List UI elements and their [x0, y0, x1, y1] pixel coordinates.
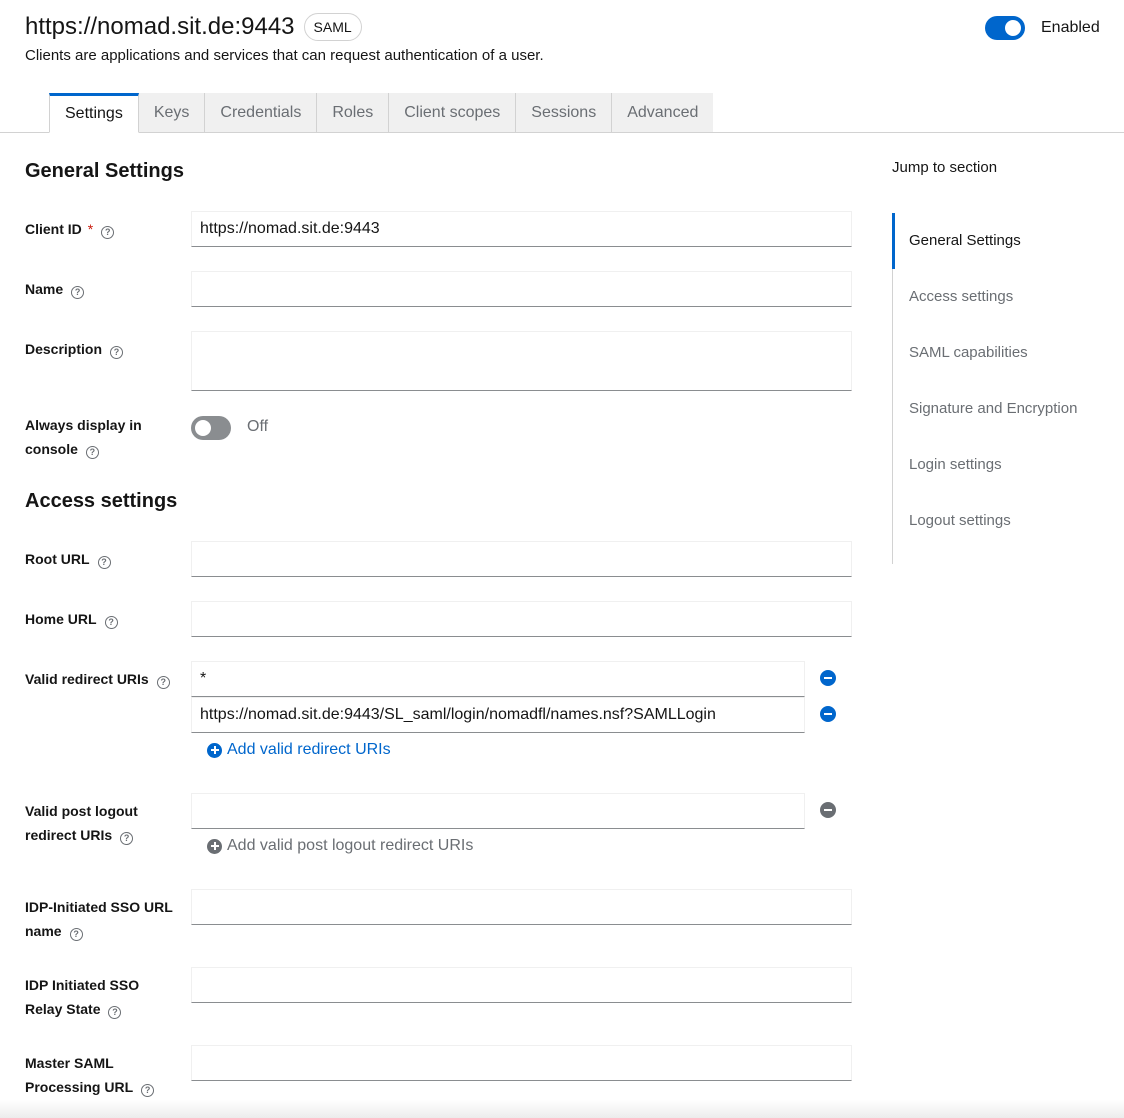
name-input[interactable]	[191, 271, 852, 307]
description-textarea[interactable]	[191, 331, 852, 391]
home-url-input[interactable]	[191, 601, 852, 637]
enabled-switch[interactable]: Enabled	[985, 16, 1100, 40]
tab-roles[interactable]: Roles	[317, 93, 390, 133]
redirect-uris-label: Valid redirect URIs?	[25, 667, 185, 691]
jump-saml-capabilities[interactable]: SAML capabilities	[893, 325, 1113, 381]
tab-keys[interactable]: Keys	[138, 93, 206, 133]
post-logout-label-line1: Valid post logout	[25, 803, 138, 819]
required-mark: *	[87, 221, 94, 237]
redirect-uri-input[interactable]	[191, 697, 805, 733]
name-label-text: Name	[25, 281, 64, 297]
enabled-label: Enabled	[1041, 19, 1100, 36]
help-icon[interactable]: ?	[71, 286, 85, 299]
access-settings-title: Access settings	[25, 490, 178, 512]
page-subtitle: Clients are applications and services th…	[25, 47, 544, 64]
help-icon[interactable]: ?	[108, 1006, 122, 1019]
page-title: https://nomad.sit.de:9443	[25, 13, 295, 40]
tab-bar: Settings Keys Credentials Roles Client s…	[49, 93, 714, 133]
protocol-badge: SAML	[303, 13, 362, 41]
help-icon[interactable]: ?	[141, 1084, 155, 1097]
tab-credentials[interactable]: Credentials	[205, 93, 318, 133]
help-icon[interactable]: ?	[110, 346, 124, 359]
idp-sso-url-label-line1: IDP-Initiated SSO URL	[25, 899, 173, 915]
jump-login-settings[interactable]: Login settings	[893, 437, 1113, 493]
add-redirect-uri-text: Add valid redirect URIs	[227, 741, 391, 758]
tab-client-scopes[interactable]: Client scopes	[389, 93, 517, 133]
root-url-label: Root URL?	[25, 547, 185, 571]
master-saml-url-label-line1: Master SAML	[25, 1055, 114, 1071]
tab-settings[interactable]: Settings	[49, 93, 139, 133]
always-display-state: Off	[247, 418, 269, 435]
enabled-toggle[interactable]	[985, 16, 1025, 40]
redirect-uri-input[interactable]	[191, 661, 805, 697]
jump-access-settings[interactable]: Access settings	[893, 269, 1113, 325]
add-redirect-uri-button[interactable]: Add valid redirect URIs	[207, 741, 391, 759]
description-label: Description?	[25, 337, 185, 361]
master-saml-url-input[interactable]	[191, 1045, 852, 1081]
client-id-label-text: Client ID	[25, 221, 82, 237]
home-url-label-text: Home URL	[25, 611, 97, 627]
add-post-logout-uri-text: Add valid post logout redirect URIs	[227, 837, 474, 854]
bottom-scroll-shadow	[0, 1100, 1124, 1118]
title-row: https://nomad.sit.de:9443 SAML	[25, 12, 362, 42]
home-url-label: Home URL?	[25, 607, 185, 631]
always-display-label-line1: Always display in	[25, 417, 142, 433]
plus-circle-icon	[207, 742, 222, 758]
client-id-input[interactable]	[191, 211, 852, 247]
always-display-label-line2: console	[25, 441, 78, 457]
remove-redirect-uri-icon[interactable]	[820, 706, 836, 722]
general-settings-title: General Settings	[25, 160, 184, 182]
jump-general-settings[interactable]: General Settings	[892, 213, 1112, 269]
post-logout-uri-input[interactable]	[191, 793, 805, 829]
remove-post-logout-uri-icon[interactable]	[820, 802, 836, 818]
redirect-uris-label-text: Valid redirect URIs	[25, 671, 149, 687]
post-logout-label: Valid post logout redirect URIs?	[25, 799, 185, 847]
help-icon[interactable]: ?	[97, 556, 111, 569]
jump-to-section-title: Jump to section	[892, 159, 998, 176]
description-label-text: Description	[25, 341, 103, 357]
jump-to-section-nav: General Settings Access settings SAML ca…	[892, 213, 1112, 564]
master-saml-url-label-line2: Processing URL	[25, 1079, 134, 1095]
always-display-label: Always display in console?	[25, 413, 185, 461]
relay-state-label-line1: IDP Initiated SSO	[25, 977, 140, 993]
help-icon[interactable]: ?	[104, 616, 118, 629]
root-url-label-text: Root URL	[25, 551, 90, 567]
master-saml-url-label: Master SAML Processing URL?	[25, 1051, 185, 1099]
idp-sso-url-label: IDP-Initiated SSO URL name?	[25, 895, 185, 943]
remove-redirect-uri-icon[interactable]	[820, 670, 836, 686]
tab-sessions[interactable]: Sessions	[516, 93, 613, 133]
help-icon[interactable]: ?	[101, 226, 115, 239]
jump-signature-encryption[interactable]: Signature and Encryption	[893, 381, 1113, 437]
relay-state-label-line2: Relay State	[25, 1001, 101, 1017]
add-post-logout-uri-button[interactable]: Add valid post logout redirect URIs	[207, 837, 473, 855]
help-icon[interactable]: ?	[120, 832, 134, 845]
tab-advanced[interactable]: Advanced	[612, 93, 714, 133]
client-id-label: Client ID *?	[25, 217, 185, 241]
root-url-input[interactable]	[191, 541, 852, 577]
always-display-toggle[interactable]	[191, 416, 231, 440]
relay-state-input[interactable]	[191, 967, 852, 1003]
help-icon[interactable]: ?	[69, 928, 83, 941]
help-icon[interactable]: ?	[156, 676, 170, 689]
idp-sso-url-label-line2: name	[25, 923, 62, 939]
page-header: https://nomad.sit.de:9443 SAML Clients a…	[0, 0, 1124, 133]
jump-logout-settings[interactable]: Logout settings	[893, 493, 1113, 549]
idp-sso-url-input[interactable]	[191, 889, 852, 925]
plus-circle-icon	[207, 838, 222, 854]
post-logout-label-line2: redirect URIs	[25, 827, 113, 843]
help-icon[interactable]: ?	[85, 446, 99, 459]
name-label: Name?	[25, 277, 185, 301]
relay-state-label: IDP Initiated SSO Relay State?	[25, 973, 185, 1021]
